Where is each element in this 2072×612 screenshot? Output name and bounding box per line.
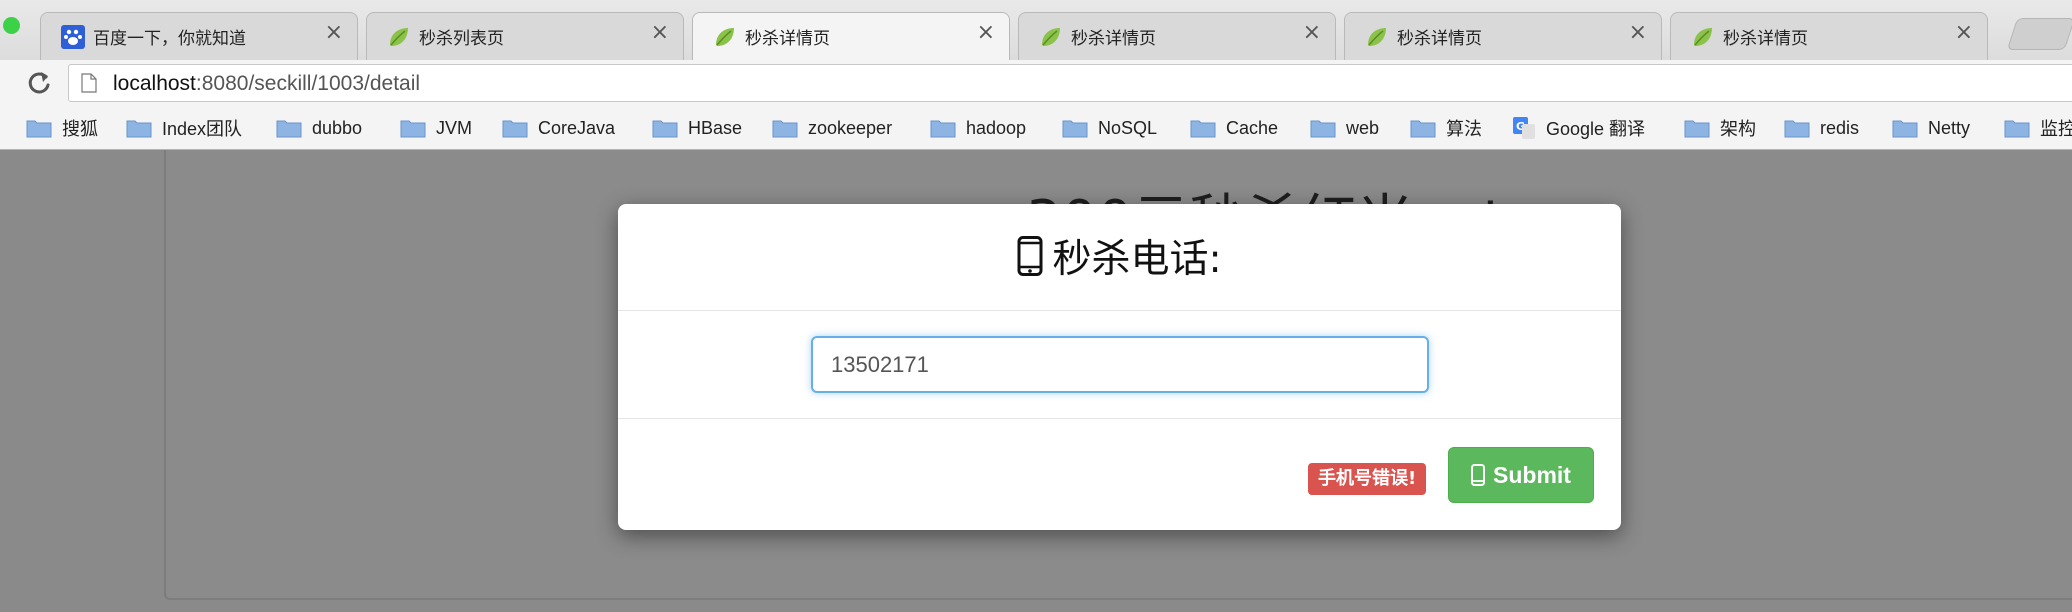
tab-title: 秒杀列表页 <box>419 29 504 49</box>
folder-icon <box>1190 120 1216 138</box>
modal-title: 秒杀电话: <box>618 228 1621 284</box>
bookmark-cache[interactable]: Cache <box>1190 115 1278 141</box>
bookmark-monitoring[interactable]: 监控 <box>2004 115 2072 141</box>
tab-close-icon[interactable]: × <box>325 20 343 45</box>
folder-icon <box>1892 120 1918 138</box>
bookmark-label: hadoop <box>966 117 1027 138</box>
reload-icon[interactable] <box>24 68 54 98</box>
bookmark-label: dubbo <box>312 117 363 138</box>
folder-icon <box>400 120 426 138</box>
bookmark-hbase[interactable]: HBase <box>652 115 742 141</box>
bookmark-label: 架构 <box>1720 119 1756 139</box>
folder-icon <box>26 120 52 138</box>
spring-leaf-icon <box>1042 28 1060 46</box>
tab-title: 秒杀详情页 <box>745 29 830 49</box>
bookmark-dubbo[interactable]: dubbo <box>276 115 362 141</box>
bookmark-label: CoreJava <box>538 117 616 138</box>
folder-icon <box>1410 120 1436 138</box>
bookmark-label: 算法 <box>1446 119 1482 139</box>
tab-baidu[interactable]: 百度一下，你就知道 × <box>40 12 358 60</box>
folder-icon <box>276 120 302 138</box>
tab-title: 秒杀详情页 <box>1071 29 1156 49</box>
modal-title-text: 秒杀电话: <box>1052 237 1222 282</box>
mobile-phone-icon <box>1471 464 1486 486</box>
bookmark-label: Index团队 <box>162 119 243 139</box>
folder-icon <box>1062 120 1088 138</box>
modal-body <box>618 311 1621 419</box>
bookmark-zookeeper[interactable]: zookeeper <box>772 115 892 141</box>
tab-close-icon[interactable]: × <box>651 20 669 45</box>
tab-seckill-detail[interactable]: 秒杀详情页 × <box>1018 12 1336 60</box>
bookmark-index-team[interactable]: Index团队 <box>126 115 242 141</box>
url-text: localhost:8080/seckill/1003/detail <box>113 72 420 96</box>
submit-button[interactable]: Submit <box>1448 447 1594 503</box>
tab-seckill-detail-active[interactable]: 秒杀详情页 × <box>692 12 1010 60</box>
folder-icon <box>772 120 798 138</box>
bookmark-label: Netty <box>1928 117 1971 138</box>
bookmark-label: HBase <box>688 117 743 138</box>
new-tab-button[interactable] <box>2006 18 2072 50</box>
spring-leaf-icon <box>390 28 408 46</box>
tab-title: 秒杀详情页 <box>1723 29 1808 49</box>
bookmarks-bar: 搜狐 Index团队 dubbo JVM CoreJava HBase zook… <box>0 106 2072 150</box>
tab-close-icon[interactable]: × <box>977 20 995 45</box>
url-path: :8080/seckill/1003/detail <box>195 72 421 95</box>
bookmark-jvm[interactable]: JVM <box>400 115 472 141</box>
bookmark-label: NoSQL <box>1098 117 1158 138</box>
modal-footer: 手机号错误! Submit <box>618 419 1621 530</box>
window-close-dot[interactable] <box>3 17 20 34</box>
bookmark-redis[interactable]: redis <box>1784 115 1859 141</box>
folder-icon <box>930 120 956 138</box>
bookmark-label: 监控 <box>2040 119 2072 139</box>
tab-close-icon[interactable]: × <box>1629 20 1647 45</box>
spring-leaf-icon <box>1368 28 1386 46</box>
address-bar[interactable]: localhost:8080/seckill/1003/detail <box>68 64 2072 102</box>
tab-seckill-detail[interactable]: 秒杀详情页 × <box>1670 12 1988 60</box>
bookmark-sohu[interactable]: 搜狐 <box>26 115 98 141</box>
submit-button-label: Submit <box>1493 461 1571 488</box>
folder-icon <box>1784 120 1810 138</box>
bookmark-architecture[interactable]: 架构 <box>1684 115 1756 141</box>
mobile-phone-icon <box>1017 236 1043 276</box>
spring-leaf-icon <box>1694 28 1712 46</box>
folder-icon <box>1310 120 1336 138</box>
spring-leaf-icon <box>716 28 734 46</box>
bookmark-label: redis <box>1820 117 1860 138</box>
baidu-paw-icon <box>61 25 85 49</box>
bookmark-label: Cache <box>1226 117 1279 138</box>
tab-title: 秒杀详情页 <box>1397 29 1482 49</box>
modal-header: 秒杀电话: <box>618 204 1621 311</box>
folder-icon <box>2004 120 2030 138</box>
bookmark-corejava[interactable]: CoreJava <box>502 115 615 141</box>
browser-tab-strip: 百度一下，你就知道 × 秒杀列表页 × 秒杀详情页 × 秒杀详情页 × 秒杀详情… <box>0 0 2072 60</box>
bookmark-hadoop[interactable]: hadoop <box>930 115 1026 141</box>
bookmark-label: Google 翻译 <box>1546 119 1646 139</box>
tab-close-icon[interactable]: × <box>1303 20 1321 45</box>
bookmark-algorithms[interactable]: 算法 <box>1410 115 1482 141</box>
bookmark-nosql[interactable]: NoSQL <box>1062 115 1157 141</box>
bookmark-label: web <box>1346 117 1380 138</box>
phone-error-badge: 手机号错误! <box>1308 463 1427 495</box>
folder-icon <box>1684 120 1710 138</box>
bookmark-google-translate[interactable]: G Google 翻译 <box>1512 115 1645 141</box>
bookmark-label: JVM <box>436 117 472 138</box>
kill-phone-modal: 秒杀电话: 手机号错误! Submit <box>618 204 1621 530</box>
tab-title: 百度一下，你就知道 <box>93 29 246 49</box>
page-content: 300元秒杀红米note 秒杀电话: 手机号错误! <box>0 150 2072 612</box>
tab-close-icon[interactable]: × <box>1955 20 1973 45</box>
bookmark-label: 搜狐 <box>62 119 98 139</box>
folder-icon <box>652 120 678 138</box>
phone-number-input[interactable] <box>811 336 1429 393</box>
folder-icon <box>502 120 528 138</box>
bookmark-label: zookeeper <box>808 117 893 138</box>
folder-icon <box>126 120 152 138</box>
page-icon <box>81 73 97 93</box>
google-translate-icon: G <box>1513 117 1535 139</box>
tab-seckill-list[interactable]: 秒杀列表页 × <box>366 12 684 60</box>
tab-seckill-detail[interactable]: 秒杀详情页 × <box>1344 12 1662 60</box>
bookmark-web[interactable]: web <box>1310 115 1379 141</box>
url-host: localhost <box>113 72 196 95</box>
browser-toolbar: localhost:8080/seckill/1003/detail <box>0 60 2072 106</box>
bookmark-netty[interactable]: Netty <box>1892 115 1970 141</box>
